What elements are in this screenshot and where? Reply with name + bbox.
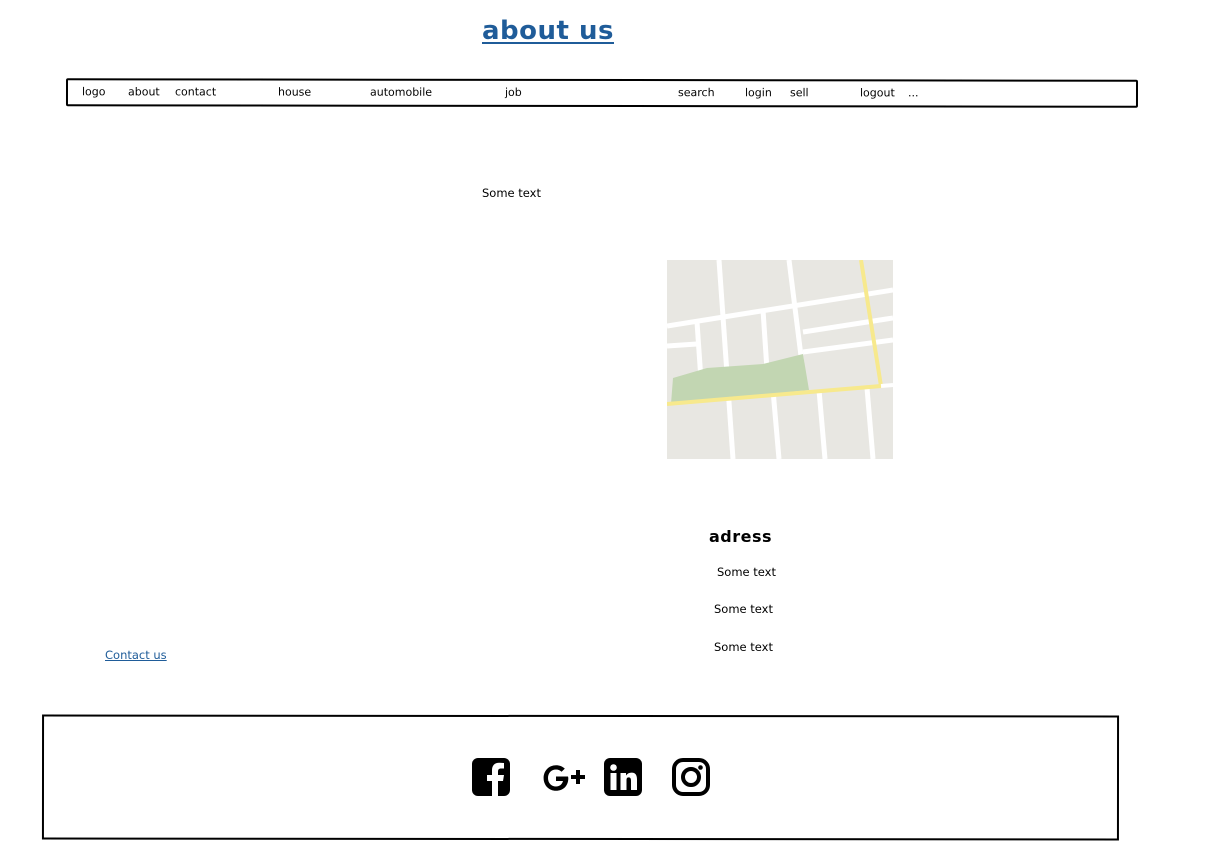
address-heading: adress: [709, 527, 773, 546]
top-nav-bar: logo about contact house automobile job …: [65, 78, 1139, 108]
nav-item-sell[interactable]: sell: [790, 86, 809, 100]
map-image: [667, 260, 893, 459]
nav-item-automobile[interactable]: automobile: [370, 86, 432, 100]
linkedin-icon[interactable]: [603, 757, 643, 797]
nav-item-more[interactable]: ...: [908, 86, 919, 100]
page-title[interactable]: about us: [482, 16, 614, 46]
intro-text: Some text: [482, 186, 541, 200]
instagram-icon[interactable]: [671, 757, 711, 797]
nav-item-search[interactable]: search: [678, 86, 715, 100]
nav-item-contact[interactable]: contact: [175, 85, 216, 99]
contact-us-link[interactable]: Contact us: [105, 648, 167, 662]
address-line-1: Some text: [717, 565, 776, 579]
facebook-icon[interactable]: [471, 757, 511, 797]
nav-item-login[interactable]: login: [745, 86, 772, 100]
nav-item-logout[interactable]: logout: [860, 86, 895, 100]
google-plus-icon[interactable]: [541, 757, 589, 797]
address-line-3: Some text: [714, 640, 773, 654]
nav-item-about[interactable]: about: [128, 85, 160, 99]
nav-item-job[interactable]: job: [505, 86, 522, 100]
nav-item-house[interactable]: house: [278, 86, 311, 100]
address-line-2: Some text: [714, 602, 773, 616]
nav-item-logo[interactable]: logo: [82, 85, 106, 99]
